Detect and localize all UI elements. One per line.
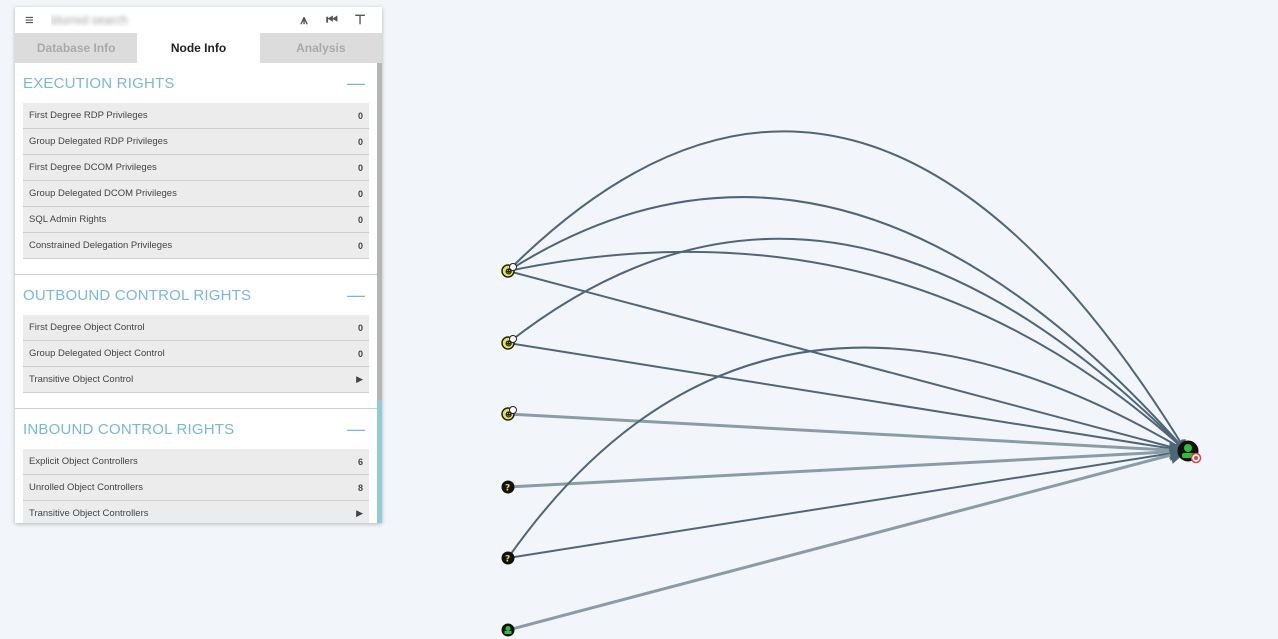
svg-text:?: ? [505,484,510,494]
graph-edge[interactable] [507,442,1188,489]
row-sql-admin-rights[interactable]: SQL Admin Rights 0 [23,207,369,233]
graph-edges [507,130,1188,632]
expand-arrow-icon: ▶ [356,374,363,384]
section-execution-rights: EXECUTION RIGHTS — First Degree RDP Priv… [15,63,377,275]
row-unrolled-object-controllers[interactable]: Unrolled Object Controllers 8 [23,475,369,501]
svg-text:☻: ☻ [505,268,512,276]
back-icon[interactable]: ⏮ [318,12,346,28]
svg-text:☻: ☻ [505,340,512,348]
section-title: INBOUND CONTROL RIGHTS [23,420,235,438]
scrollbar-thumb[interactable] [377,63,382,400]
unknown-node-icon[interactable]: ? [501,480,515,494]
graph-edge[interactable] [507,346,1188,559]
pathfinding-icon[interactable]: ⩚ [290,12,318,28]
section-outbound-control-rights: OUTBOUND CONTROL RIGHTS — First Degree O… [15,275,377,409]
row-explicit-object-controllers[interactable]: Explicit Object Controllers 6 [23,449,369,475]
collapse-icon[interactable]: — [347,285,365,306]
user-node-icon[interactable]: ☻ [501,335,517,350]
section-title: EXECUTION RIGHTS [23,74,175,92]
section-divider [15,259,377,275]
user-node-icon[interactable]: ☻ [501,263,517,278]
row-group-delegated-object-control[interactable]: Group Delegated Object Control 0 [23,341,369,367]
collapse-icon[interactable]: — [347,419,365,440]
section-divider [15,393,377,409]
section-header[interactable]: EXECUTION RIGHTS — [23,63,369,103]
graph-edge[interactable] [507,446,1188,632]
graph-edge[interactable] [507,130,1187,453]
row-constrained-delegation[interactable]: Constrained Delegation Privileges 0 [23,233,369,259]
section-title: OUTBOUND CONTROL RIGHTS [23,286,252,304]
group-node-icon[interactable] [501,623,515,637]
row-first-degree-dcom[interactable]: First Degree DCOM Privileges 0 [23,155,369,181]
tab-database-info[interactable]: Database Info [15,33,137,63]
tab-bar: Database Info Node Info Analysis [15,33,382,63]
section-header[interactable]: OUTBOUND CONTROL RIGHTS — [23,275,369,315]
graph-nodes: ☻ ☻ ☻?? [501,263,1202,637]
target-node-icon[interactable] [1177,440,1202,464]
panel-scrollbar[interactable] [377,63,382,523]
search-input[interactable] [49,9,290,31]
graph-edge[interactable] [507,250,1187,452]
row-first-degree-rdp[interactable]: First Degree RDP Privileges 0 [23,103,369,129]
hamburger-icon[interactable]: ≡ [25,12,49,29]
row-first-degree-object-control[interactable]: First Degree Object Control 0 [23,315,369,341]
node-info-content: EXECUTION RIGHTS — First Degree RDP Priv… [15,63,377,523]
row-group-delegated-rdp[interactable]: Group Delegated RDP Privileges 0 [23,129,369,155]
row-transitive-object-controllers[interactable]: Transitive Object Controllers ▶ [23,501,369,523]
row-group-delegated-dcom[interactable]: Group Delegated DCOM Privileges 0 [23,181,369,207]
expand-arrow-icon: ▶ [356,508,363,518]
side-panel: ≡ ⩚ ⏮ ⊤ Database Info Node Info Analysis… [15,7,382,523]
section-inbound-control-rights: INBOUND CONTROL RIGHTS — Explicit Object… [15,409,377,523]
svg-text:☻: ☻ [505,411,512,419]
tab-node-info[interactable]: Node Info [137,33,260,63]
search-bar: ≡ ⩚ ⏮ ⊤ [15,7,382,33]
user-node-icon[interactable]: ☻ [501,406,517,421]
filter-icon[interactable]: ⊤ [346,12,374,28]
svg-text:?: ? [505,555,510,565]
section-header[interactable]: INBOUND CONTROL RIGHTS — [23,409,369,449]
collapse-icon[interactable]: — [347,73,365,94]
unknown-node-icon[interactable]: ? [501,551,515,565]
tab-analysis[interactable]: Analysis [260,33,382,63]
graph-edge[interactable] [507,196,1187,452]
row-transitive-object-control[interactable]: Transitive Object Control ▶ [23,367,369,393]
